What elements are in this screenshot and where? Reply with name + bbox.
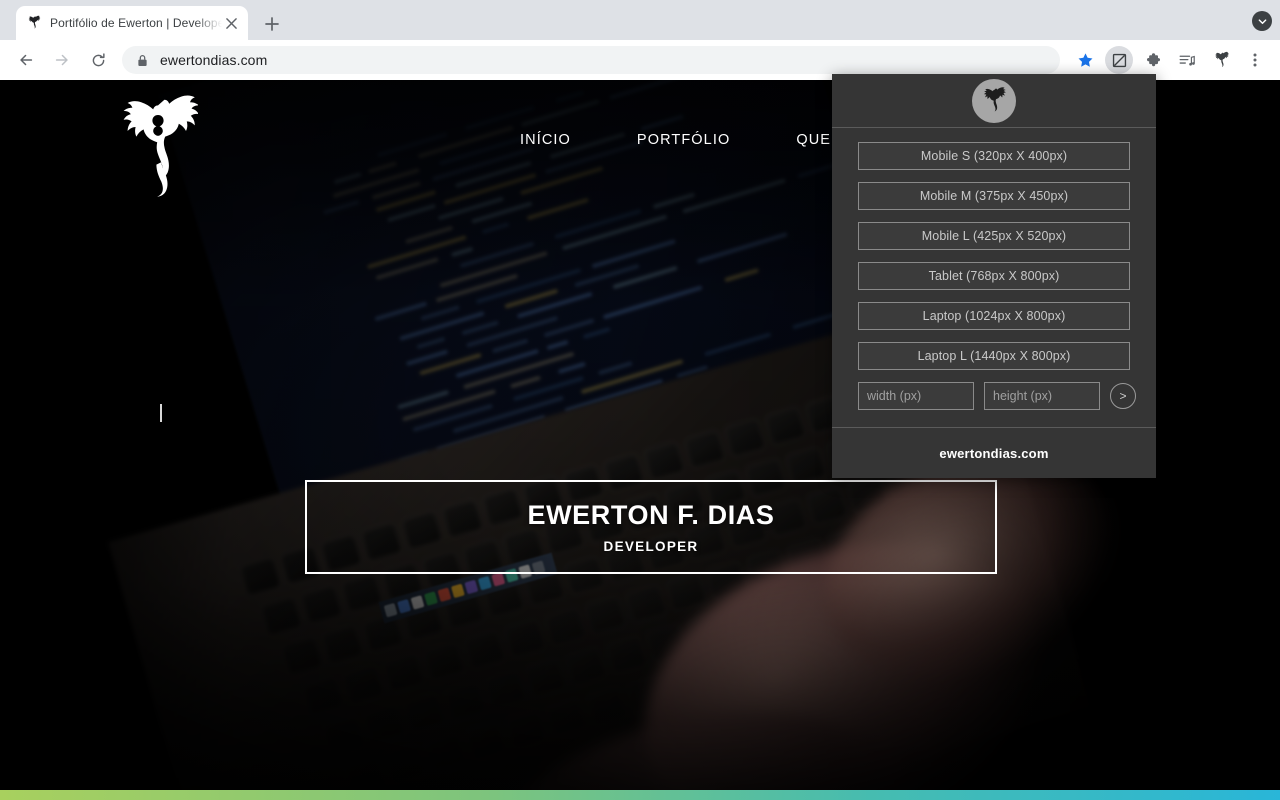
popup-header xyxy=(832,74,1156,128)
popup-body: Mobile S (320px X 400px) Mobile M (375px… xyxy=(832,128,1156,427)
lock-icon xyxy=(134,52,150,68)
popup-footer-domain: ewertondias.com xyxy=(939,445,1049,461)
dragon-logo[interactable] xyxy=(118,88,199,198)
back-button[interactable] xyxy=(12,46,40,74)
tab-strip: Portifólio de Ewerton | Developer xyxy=(0,0,1280,40)
address-bar[interactable]: ewertondias.com xyxy=(122,46,1060,74)
accent-gradient-bar xyxy=(0,790,1280,800)
media-playlist-icon[interactable] xyxy=(1173,46,1201,74)
dragon-favicon xyxy=(26,15,42,31)
height-input[interactable] xyxy=(984,382,1100,410)
responsive-viewer-popup: Mobile S (320px X 400px) Mobile M (375px… xyxy=(832,74,1156,478)
dragon-avatar-icon xyxy=(972,78,1016,123)
apply-size-button[interactable]: > xyxy=(1110,383,1136,409)
browser-chrome: Portifólio de Ewerton | Developer ewerto… xyxy=(0,0,1280,80)
chevron-down-icon[interactable] xyxy=(1252,11,1272,31)
preset-button-mobile-m[interactable]: Mobile M (375px X 450px) xyxy=(858,182,1130,210)
bookmark-star-icon[interactable] xyxy=(1071,46,1099,74)
hero-title-card: EWERTON F. DIAS DEVELOPER xyxy=(305,480,997,574)
dragon-extension-icon[interactable] xyxy=(1207,46,1235,74)
address-bar-url: ewertondias.com xyxy=(160,52,268,68)
popup-footer: ewertondias.com xyxy=(832,427,1156,478)
hero-role: DEVELOPER xyxy=(603,539,699,554)
browser-tab[interactable]: Portifólio de Ewerton | Developer xyxy=(16,6,248,40)
hero-name: EWERTON F. DIAS xyxy=(527,500,775,530)
screen: INÍCIO PORTFÓLIO QUEM SOU EU CONTATO EWE… xyxy=(0,0,1280,800)
chrome-menu-icon[interactable] xyxy=(1241,46,1269,74)
custom-size-row: > xyxy=(858,382,1136,410)
width-input[interactable] xyxy=(858,382,974,410)
preset-button-mobile-s[interactable]: Mobile S (320px X 400px) xyxy=(858,142,1130,170)
reload-button[interactable] xyxy=(84,46,112,74)
preset-button-laptop[interactable]: Laptop (1024px X 800px) xyxy=(858,302,1130,330)
preset-button-mobile-l[interactable]: Mobile L (425px X 520px) xyxy=(858,222,1130,250)
preset-button-laptop-l[interactable]: Laptop L (1440px X 800px) xyxy=(858,342,1130,370)
tab-title: Portifólio de Ewerton | Developer xyxy=(50,16,222,30)
responsive-viewer-extension-icon[interactable] xyxy=(1105,46,1133,74)
extensions-puzzle-icon[interactable] xyxy=(1139,46,1167,74)
close-icon[interactable] xyxy=(222,14,240,32)
nav-link-inicio[interactable]: INÍCIO xyxy=(520,132,571,148)
forward-button[interactable] xyxy=(48,46,76,74)
new-tab-button[interactable] xyxy=(258,10,286,38)
preset-button-tablet[interactable]: Tablet (768px X 800px) xyxy=(858,262,1130,290)
nav-link-portfolio[interactable]: PORTFÓLIO xyxy=(637,132,730,148)
popup-caret xyxy=(160,404,162,422)
